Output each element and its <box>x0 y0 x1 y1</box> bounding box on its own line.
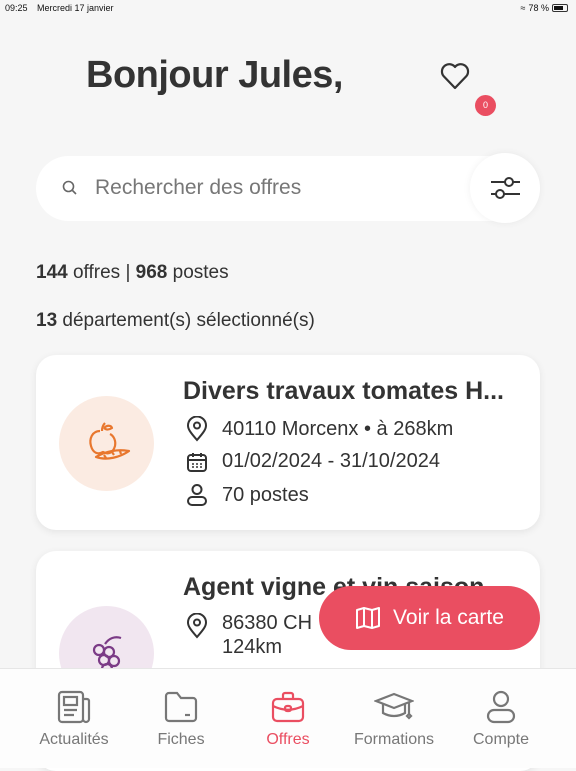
location-pin-icon <box>186 613 208 639</box>
nav-compte[interactable]: Compte <box>451 689 551 749</box>
bottom-nav: Actualités Fiches Offres Formations Comp… <box>0 668 576 768</box>
heart-icon[interactable] <box>440 62 470 90</box>
status-time: 09:25 <box>5 3 28 13</box>
wifi-icon: ≈ <box>520 3 526 13</box>
nav-actualites[interactable]: Actualités <box>24 689 124 749</box>
offer-category-icon-bg <box>59 396 154 491</box>
status-bar: 09:25 Mercredi 17 janvier ≈78 % <box>0 0 576 16</box>
person-icon <box>486 690 516 724</box>
nav-fiches[interactable]: Fiches <box>131 689 231 749</box>
newspaper-icon <box>57 690 91 724</box>
search-bar[interactable]: Rechercher des offres <box>36 153 540 223</box>
fruit-vegetable-icon <box>88 421 130 460</box>
offer-card[interactable]: Divers travaux tomates H... 40110 Morcen… <box>36 355 540 530</box>
offer-location: 40110 Morcenx • à 268km <box>222 417 454 440</box>
nav-offres[interactable]: Offres <box>238 689 338 749</box>
location-pin-icon <box>186 416 208 442</box>
person-icon <box>187 484 207 506</box>
filter-icon <box>491 177 520 199</box>
favorites-badge: 0 <box>475 95 496 116</box>
view-map-button[interactable]: Voir la carte <box>319 586 540 650</box>
offer-stats: 144 offres | 968 postes <box>36 262 229 283</box>
offer-title: Divers travaux tomates H... <box>183 377 504 405</box>
battery-icon <box>552 4 568 12</box>
offer-posts: 70 postes <box>222 483 309 506</box>
battery-percent: 78 % <box>528 3 549 13</box>
nav-formations[interactable]: Formations <box>344 689 444 749</box>
filter-button[interactable] <box>470 153 540 223</box>
briefcase-icon <box>271 691 305 723</box>
offer-location: 86380 CH 124km <box>222 612 313 658</box>
map-icon <box>356 607 381 629</box>
offer-dates: 01/02/2024 - 31/10/2024 <box>222 450 440 472</box>
folder-icon <box>164 691 198 723</box>
search-icon <box>62 180 77 195</box>
department-count: 13 département(s) sélectionné(s) <box>36 310 315 331</box>
greeting-title: Bonjour Jules, <box>86 54 343 96</box>
calendar-icon <box>187 452 207 472</box>
graduation-cap-icon <box>374 692 414 720</box>
view-map-label: Voir la carte <box>393 606 504 629</box>
search-input[interactable]: Rechercher des offres <box>95 176 301 200</box>
status-date: Mercredi 17 janvier <box>37 3 114 13</box>
